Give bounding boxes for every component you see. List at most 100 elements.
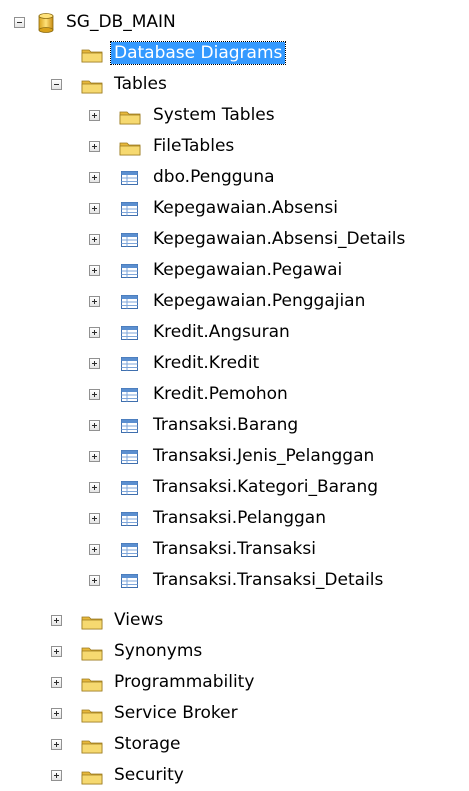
node-label: Transaksi.Transaksi xyxy=(153,539,316,559)
node-label: Kredit.Kredit xyxy=(153,353,260,373)
expand-toggle[interactable] xyxy=(89,482,100,493)
folder-icon xyxy=(81,771,103,785)
collapse-toggle[interactable] xyxy=(14,17,25,28)
table-icon xyxy=(121,574,138,588)
tree-node-table[interactable]: Transaksi.Pelanggan xyxy=(0,504,469,534)
node-label: Service Broker xyxy=(114,703,238,723)
expand-toggle[interactable] xyxy=(89,451,100,462)
tree-node-table[interactable]: Transaksi.Transaksi xyxy=(0,535,469,565)
tree-node-database-diagrams[interactable]: Database Diagrams xyxy=(0,39,469,69)
node-label: System Tables xyxy=(153,105,275,125)
expand-toggle[interactable] xyxy=(89,389,100,400)
node-label: Synonyms xyxy=(114,641,203,661)
expand-toggle[interactable] xyxy=(89,141,100,152)
folder-icon xyxy=(81,49,103,63)
folder-icon xyxy=(119,142,141,156)
expand-toggle[interactable] xyxy=(51,677,62,688)
expand-toggle[interactable] xyxy=(89,296,100,307)
node-label: Database Diagrams xyxy=(109,41,287,65)
table-icon xyxy=(121,512,138,526)
tree-node-table[interactable]: Kepegawaian.Pegawai xyxy=(0,256,469,286)
tree-node-table[interactable]: Kredit.Kredit xyxy=(0,349,469,379)
tree-node-folder[interactable]: Programmability xyxy=(0,668,469,698)
object-explorer-tree: SG_DB_MAIN Database Diagrams Tables Syst… xyxy=(0,0,469,789)
table-icon xyxy=(121,233,138,247)
node-label: Kepegawaian.Absensi xyxy=(153,198,338,218)
expand-toggle[interactable] xyxy=(89,203,100,214)
table-icon xyxy=(121,481,138,495)
table-icon xyxy=(121,450,138,464)
tree-node-folder[interactable]: Storage xyxy=(0,730,469,760)
folder-icon xyxy=(81,709,103,723)
node-label: Kepegawaian.Penggajian xyxy=(153,291,366,311)
tree-node-table[interactable]: Kredit.Angsuran xyxy=(0,318,469,348)
expand-toggle[interactable] xyxy=(89,544,100,555)
database-icon xyxy=(38,13,54,33)
expand-toggle[interactable] xyxy=(89,358,100,369)
expand-toggle[interactable] xyxy=(89,420,100,431)
node-label: Programmability xyxy=(114,672,255,692)
tree-node-table[interactable]: Transaksi.Barang xyxy=(0,411,469,441)
folder-icon xyxy=(81,740,103,754)
table-icon xyxy=(121,264,138,278)
tree-node-table[interactable]: Transaksi.Kategori_Barang xyxy=(0,473,469,503)
expand-toggle[interactable] xyxy=(89,327,100,338)
expand-toggle[interactable] xyxy=(51,708,62,719)
collapse-toggle[interactable] xyxy=(51,79,62,90)
expand-toggle[interactable] xyxy=(89,172,100,183)
tree-node-system-tables[interactable]: System Tables xyxy=(0,101,469,131)
table-icon xyxy=(121,543,138,557)
tree-node-folder[interactable]: Synonyms xyxy=(0,637,469,667)
tree-node-table[interactable]: Transaksi.Jenis_Pelanggan xyxy=(0,442,469,472)
node-label: Transaksi.Kategori_Barang xyxy=(153,477,379,497)
table-icon xyxy=(121,295,138,309)
table-icon xyxy=(121,171,138,185)
tree-node-table[interactable]: Kepegawaian.Penggajian xyxy=(0,287,469,317)
expand-toggle[interactable] xyxy=(51,770,62,781)
tree-node-database[interactable]: SG_DB_MAIN xyxy=(0,8,469,38)
tree-node-tables[interactable]: Tables xyxy=(0,70,469,100)
folder-icon xyxy=(81,80,103,94)
node-label: Transaksi.Jenis_Pelanggan xyxy=(153,446,375,466)
tree-node-table[interactable]: Kepegawaian.Absensi_Details xyxy=(0,225,469,255)
node-label: Transaksi.Pelanggan xyxy=(153,508,326,528)
node-label: Transaksi.Barang xyxy=(153,415,299,435)
node-label: Views xyxy=(114,610,164,630)
folder-icon xyxy=(81,678,103,692)
node-label: Security xyxy=(114,765,184,785)
expand-toggle[interactable] xyxy=(89,110,100,121)
table-icon xyxy=(121,202,138,216)
table-icon xyxy=(121,357,138,371)
tree-node-folder[interactable]: Service Broker xyxy=(0,699,469,729)
folder-icon xyxy=(119,111,141,125)
tree-node-table[interactable]: Kredit.Pemohon xyxy=(0,380,469,410)
node-label: FileTables xyxy=(153,136,235,156)
node-label: dbo.Pengguna xyxy=(153,167,275,187)
node-label: Tables xyxy=(114,74,167,94)
folder-icon xyxy=(81,647,103,661)
tree-node-filetables[interactable]: FileTables xyxy=(0,132,469,162)
table-icon xyxy=(121,326,138,340)
table-icon xyxy=(121,419,138,433)
expand-toggle[interactable] xyxy=(89,234,100,245)
expand-toggle[interactable] xyxy=(89,575,100,586)
expand-toggle[interactable] xyxy=(89,265,100,276)
node-label: Kepegawaian.Absensi_Details xyxy=(153,229,406,249)
node-label: Storage xyxy=(114,734,181,754)
expand-toggle[interactable] xyxy=(51,646,62,657)
node-label: Kepegawaian.Pegawai xyxy=(153,260,343,280)
expand-toggle[interactable] xyxy=(51,739,62,750)
expand-toggle[interactable] xyxy=(51,615,62,626)
tree-node-table[interactable]: Transaksi.Transaksi_Details xyxy=(0,566,469,596)
tree-node-table[interactable]: Kepegawaian.Absensi xyxy=(0,194,469,224)
node-label: Transaksi.Transaksi_Details xyxy=(153,570,384,590)
node-label: Kredit.Angsuran xyxy=(153,322,290,342)
node-label: Kredit.Pemohon xyxy=(153,384,288,404)
expand-toggle[interactable] xyxy=(89,513,100,524)
tree-node-folder[interactable]: Security xyxy=(0,761,469,791)
database-name: SG_DB_MAIN xyxy=(66,12,176,32)
table-icon xyxy=(121,388,138,402)
tree-node-table[interactable]: dbo.Pengguna xyxy=(0,163,469,193)
folder-icon xyxy=(81,616,103,630)
tree-node-folder[interactable]: Views xyxy=(0,606,469,636)
